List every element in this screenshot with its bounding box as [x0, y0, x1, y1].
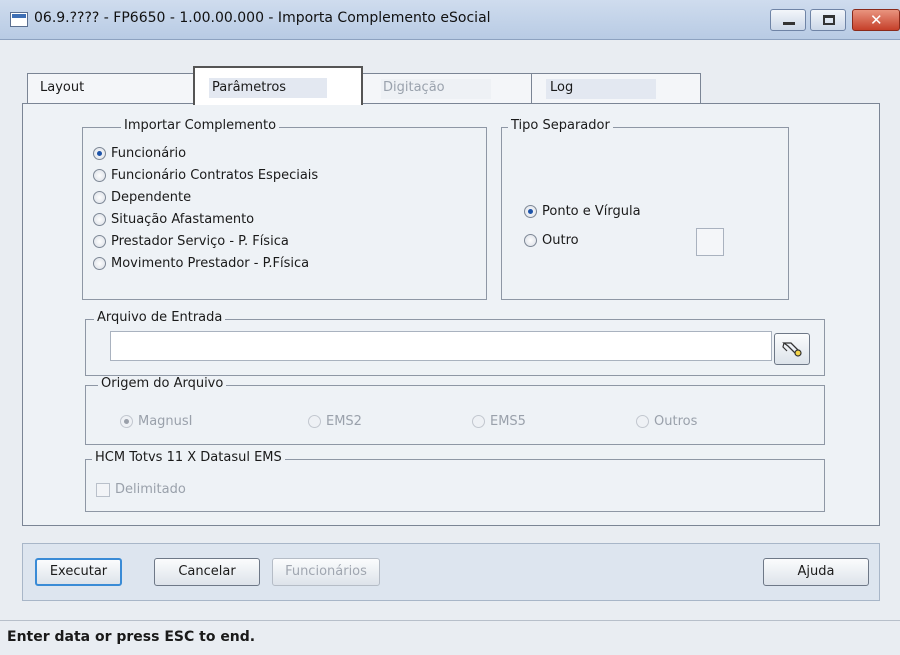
radio-button-icon [93, 257, 106, 270]
radio-ponto-e-virgula[interactable]: Ponto e Vírgula [524, 204, 641, 219]
radio-button-icon [93, 235, 106, 248]
radio-button-icon [524, 234, 537, 247]
tab-layout[interactable]: Layout [27, 73, 197, 103]
radio-movimento-prestador[interactable]: Movimento Prestador - P.Física [93, 256, 309, 271]
group-label: Origem do Arquivo [98, 376, 227, 391]
window-title: 06.9.???? - FP6650 - 1.00.00.000 - Impor… [34, 10, 491, 26]
status-bar: Enter data or press ESC to end. [0, 620, 900, 655]
executar-button[interactable]: Executar [35, 558, 122, 586]
radio-button-icon [93, 147, 106, 160]
tab-label: Log [550, 80, 574, 95]
radio-ems5: EMS5 [472, 414, 526, 429]
button-panel: Executar Cancelar Funcionários Ajuda [22, 543, 880, 601]
radio-ems2: EMS2 [308, 414, 362, 429]
group-label: HCM Totvs 11 X Datasul EMS [92, 450, 285, 465]
radio-button-icon [93, 191, 106, 204]
radio-funcionario[interactable]: Funcionário [93, 146, 186, 161]
status-text: Enter data or press ESC to end. [7, 629, 256, 645]
tab-parametros[interactable]: Parâmetros [193, 66, 363, 105]
cancelar-button[interactable]: Cancelar [154, 558, 260, 586]
radio-button-icon [308, 415, 321, 428]
tab-label: Parâmetros [212, 80, 287, 95]
checkbox-icon [96, 482, 110, 497]
radio-button-icon [636, 415, 649, 428]
tab-log[interactable]: Log [531, 73, 701, 103]
outro-separator-input[interactable] [696, 228, 724, 256]
ajuda-button[interactable]: Ajuda [763, 558, 869, 586]
flashlight-icon [782, 342, 802, 357]
group-label: Arquivo de Entrada [94, 310, 226, 325]
tab-label: Digitação [383, 80, 445, 95]
radio-funcionario-contratos-especiais[interactable]: Funcionário Contratos Especiais [93, 168, 318, 183]
browse-file-button[interactable] [774, 333, 810, 365]
group-label: Importar Complemento [121, 118, 280, 133]
tipo-separador-group: Tipo Separador Ponto e Vírgula Outro [501, 118, 789, 300]
minimize-button[interactable] [770, 9, 806, 31]
tab-digitacao: Digitação [362, 73, 532, 103]
radio-button-icon [93, 169, 106, 182]
title-bar: 06.9.???? - FP6650 - 1.00.00.000 - Impor… [0, 0, 900, 40]
radio-button-icon [524, 205, 537, 218]
delimitado-checkbox: Delimitado [96, 482, 186, 497]
radio-situacao-afastamento[interactable]: Situação Afastamento [93, 212, 254, 227]
maximize-icon [823, 15, 835, 25]
radio-button-icon [93, 213, 106, 226]
arquivo-de-entrada-group: Arquivo de Entrada [85, 310, 825, 376]
arquivo-entrada-input[interactable] [110, 331, 772, 361]
radio-dependente[interactable]: Dependente [93, 190, 191, 205]
radio-prestador-servico[interactable]: Prestador Serviço - P. Física [93, 234, 289, 249]
funcionarios-button: Funcionários [272, 558, 380, 586]
close-button[interactable]: ✕ [852, 9, 900, 31]
radio-outros: Outros [636, 414, 697, 429]
close-icon: ✕ [870, 11, 883, 29]
origem-do-arquivo-group: Origem do Arquivo MagnusI EMS2 EMS5 Outr… [85, 376, 825, 445]
minimize-icon [783, 22, 795, 25]
tab-label: Layout [40, 80, 85, 95]
importar-complemento-group: Importar Complemento Funcionário Funcion… [82, 118, 487, 300]
group-label: Tipo Separador [508, 118, 613, 133]
maximize-button[interactable] [810, 9, 846, 31]
radio-button-icon [120, 415, 133, 428]
radio-magnusi: MagnusI [120, 414, 193, 429]
radio-button-icon [472, 415, 485, 428]
hcm-group: HCM Totvs 11 X Datasul EMS Delimitado [85, 450, 825, 512]
app-icon [10, 12, 28, 27]
radio-outro[interactable]: Outro [524, 233, 579, 248]
